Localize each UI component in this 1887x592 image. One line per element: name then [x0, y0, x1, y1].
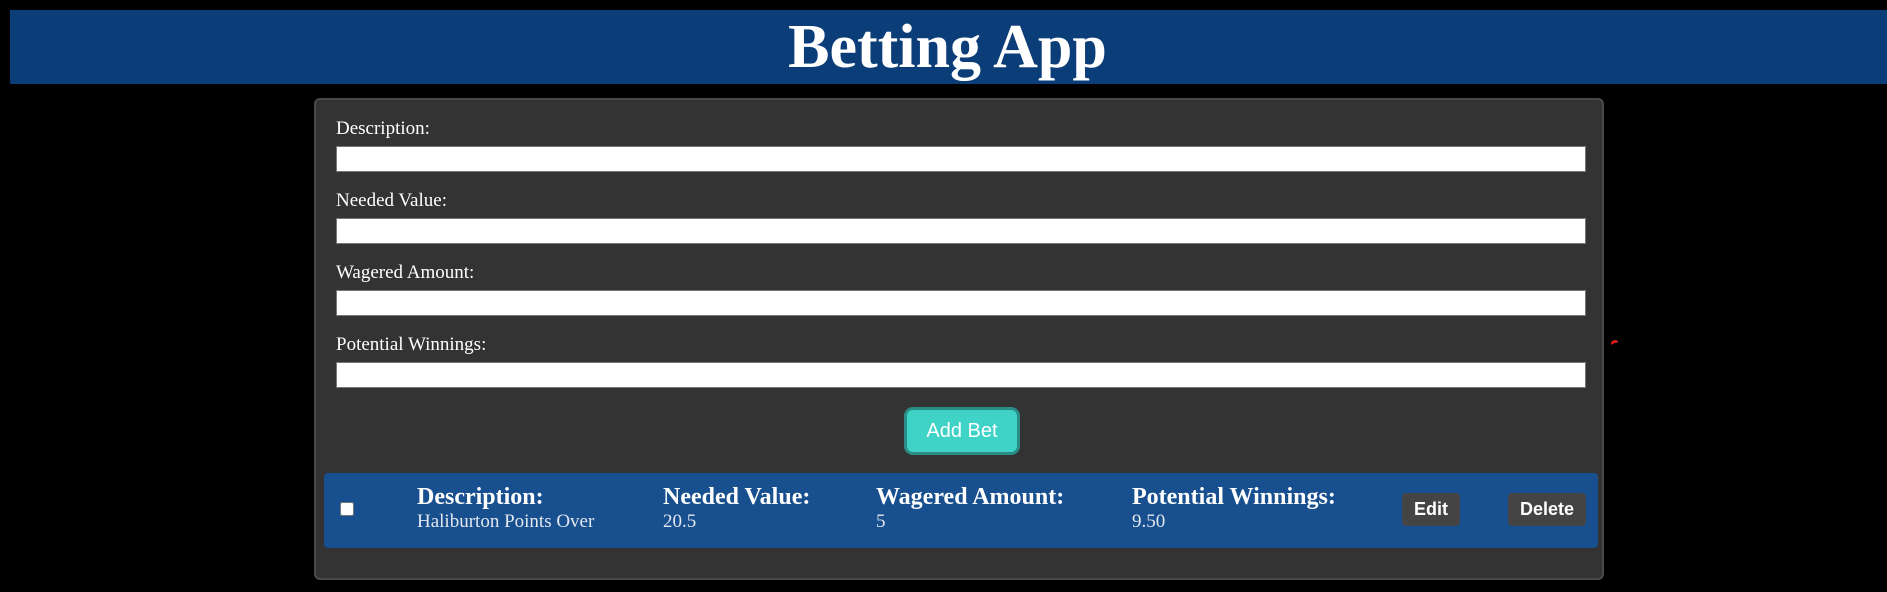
bet-needed-value-heading: Needed Value:: [663, 484, 811, 510]
wagered-amount-label: Wagered Amount:: [336, 262, 475, 283]
description-label: Description:: [336, 118, 430, 139]
potential-winnings-input[interactable]: [336, 362, 1586, 388]
add-bet-button[interactable]: Add Bet: [904, 407, 1020, 455]
bet-wagered-amount-column: Wagered Amount: 5: [876, 484, 1064, 534]
bet-wagered-amount-heading: Wagered Amount:: [876, 484, 1065, 510]
bet-list-item: Description: Haliburton Points Over Need…: [324, 473, 1598, 548]
wagered-amount-input[interactable]: [336, 290, 1586, 316]
bet-wagered-amount-value: 5: [876, 511, 886, 532]
bet-description-heading: Description:: [417, 484, 544, 510]
bet-potential-winnings-column: Potential Winnings: 9.50: [1132, 484, 1336, 534]
app-header: Betting App: [10, 10, 1887, 84]
description-input[interactable]: [336, 146, 1586, 172]
bet-description-column: Description: Haliburton Points Over: [417, 484, 594, 534]
bet-needed-value-value: 20.5: [663, 511, 697, 532]
bet-needed-value-column: Needed Value: 20.5: [663, 484, 810, 534]
delete-bet-button[interactable]: Delete: [1508, 493, 1586, 526]
bet-panel: Description: Needed Value: Wagered Amoun…: [314, 98, 1621, 580]
edit-bet-button[interactable]: Edit: [1402, 493, 1460, 526]
needed-value-input[interactable]: [336, 218, 1586, 244]
potential-winnings-label: Potential Winnings:: [336, 334, 487, 355]
bet-complete-checkbox[interactable]: [340, 502, 354, 516]
app-title: Betting App: [788, 13, 1107, 81]
needed-value-label: Needed Value:: [336, 190, 447, 211]
mouse-cursor-mark: [1609, 338, 1621, 350]
bet-potential-winnings-value: 9.50: [1132, 511, 1166, 532]
bet-description-value: Haliburton Points Over: [417, 511, 595, 532]
bet-potential-winnings-heading: Potential Winnings:: [1132, 484, 1336, 510]
